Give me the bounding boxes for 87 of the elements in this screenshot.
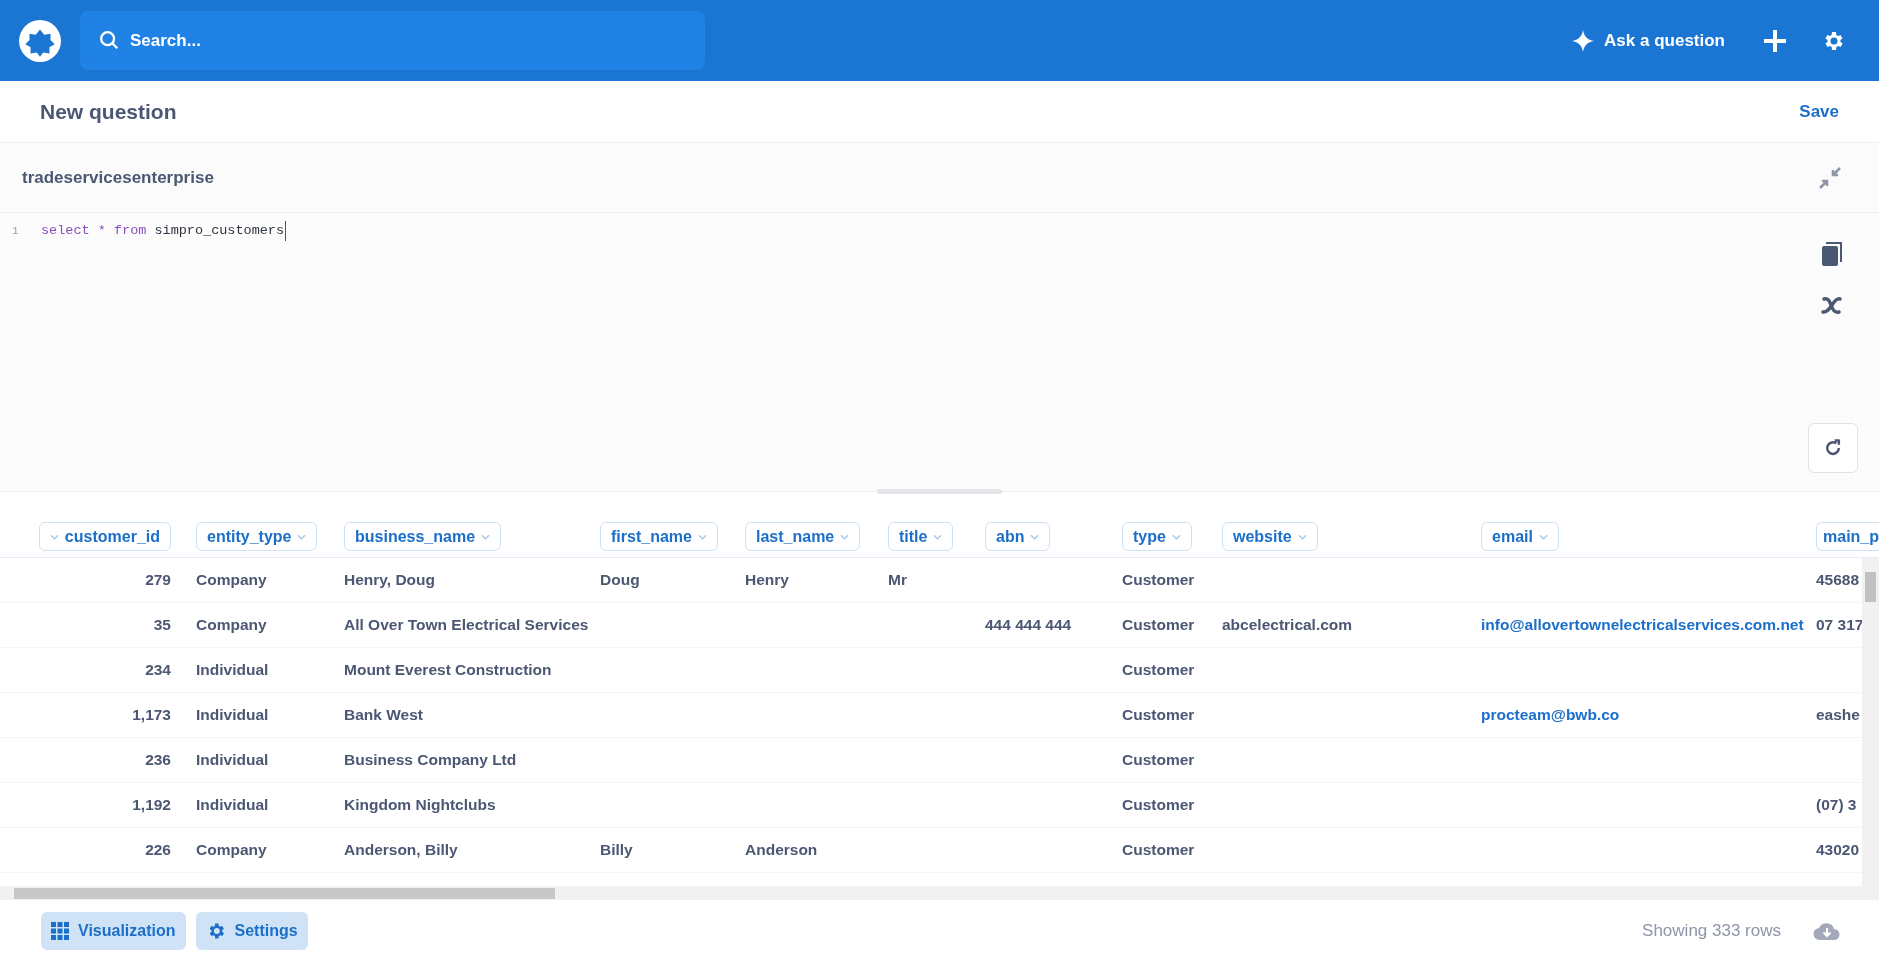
collapse-icon[interactable] (1818, 165, 1842, 190)
resize-handle[interactable] (877, 489, 1002, 494)
table-cell: Individual (196, 796, 269, 813)
table-cell: 43020 (1816, 841, 1860, 858)
caret-icon (297, 533, 307, 540)
refresh-icon (1823, 438, 1843, 458)
table-cell: Customer (1122, 616, 1195, 633)
table-cell: 444 444 444 (985, 616, 1072, 633)
table-cell: Individual (196, 661, 269, 678)
table-cell: (07) 3 (1816, 796, 1857, 813)
column-header[interactable]: last_name (745, 522, 861, 551)
table-cell: Customer (1122, 796, 1195, 813)
horizontal-scrollbar[interactable] (0, 886, 1879, 900)
table-cell: Billy (600, 841, 633, 858)
grid-icon (51, 922, 69, 940)
table-cell: 35 (153, 616, 171, 633)
search-field[interactable]: Search... (80, 11, 705, 70)
column-header[interactable]: email (1481, 522, 1559, 551)
table-cell: 45688 (1816, 571, 1860, 588)
table-cell: 1,192 (132, 796, 171, 813)
table-cell: Customer (1122, 571, 1195, 588)
column-header[interactable]: main_p (1816, 522, 1879, 551)
table-cell: 234 (145, 661, 171, 678)
column-header[interactable]: business_name (344, 522, 502, 551)
caret-icon (1171, 533, 1181, 540)
table-cell: 236 (145, 751, 171, 768)
column-header[interactable]: customer_id (38, 522, 171, 551)
logo-icon[interactable] (19, 19, 61, 62)
settings-button[interactable]: Settings (195, 912, 308, 950)
save-button[interactable]: Save (1799, 98, 1839, 125)
table-cell: 226 (145, 841, 171, 858)
table-cell: Mount Everest Construction (344, 661, 552, 678)
vertical-scrollbar[interactable] (1862, 558, 1879, 886)
sql-code: select * from simpro_customers (41, 221, 287, 242)
table-cell: Customer (1122, 841, 1195, 858)
email-link[interactable]: procteam@bwb.co (1481, 706, 1620, 723)
table-cell: Anderson, Billy (344, 841, 458, 858)
email-link[interactable]: info@allovertownelectricalservices.com.net (1481, 616, 1804, 633)
table-cell: Mr (888, 571, 907, 588)
caret-icon (49, 533, 59, 540)
caret-icon (840, 533, 850, 540)
line-number: 1 (11, 223, 20, 239)
table-cell: Doug (600, 571, 640, 588)
table-cell: Anderson (745, 841, 818, 858)
table-cell: Business Company Ltd (344, 751, 517, 768)
column-header[interactable]: first_name (600, 522, 718, 551)
table-cell: Customer (1122, 661, 1195, 678)
table-cell: Kingdom Nightclubs (344, 796, 496, 813)
variable-icon[interactable] (1820, 295, 1844, 317)
table-cell: Company (196, 841, 267, 858)
table-cell: 1,173 (132, 706, 171, 723)
table-cell: abcelectrical.com (1222, 616, 1353, 633)
search-icon (98, 29, 120, 51)
caret-icon (697, 533, 707, 540)
refresh-button[interactable] (1808, 423, 1858, 473)
column-header[interactable]: entity_type (196, 522, 318, 551)
column-header[interactable]: title (888, 522, 954, 551)
caret-icon (1538, 533, 1548, 540)
table-cell: All Over Town Electrical Services (344, 616, 589, 633)
table-cell: 07 317 (1816, 616, 1864, 633)
download-icon[interactable] (1813, 921, 1841, 941)
column-header[interactable]: website (1222, 522, 1318, 551)
table-cell: Bank West (344, 706, 423, 723)
book-icon[interactable] (1820, 242, 1844, 268)
table-cell: Company (196, 616, 267, 633)
table-cell: 279 (145, 571, 171, 588)
database-name: tradeservicesenterprise (22, 166, 214, 189)
ask-question-button[interactable]: Ask a question (1572, 27, 1725, 54)
caret-icon (1297, 533, 1307, 540)
question-title: New question (40, 98, 177, 125)
column-header[interactable]: abn (985, 522, 1051, 551)
table-cell: Henry (745, 571, 789, 588)
caret-icon (1030, 533, 1040, 540)
row-count: Showing 333 rows (1642, 920, 1781, 943)
sparkle-icon (1572, 29, 1595, 52)
table-cell: Customer (1122, 751, 1195, 768)
table-cell: eashe (1816, 706, 1860, 723)
table-cell: Individual (196, 706, 269, 723)
table-cell: Henry, Doug (344, 571, 435, 588)
visualization-button[interactable]: Visualization (41, 912, 186, 950)
table-cell: Company (196, 571, 267, 588)
column-header[interactable]: type (1122, 522, 1192, 551)
caret-icon (481, 533, 491, 540)
plus-icon[interactable] (1763, 28, 1787, 53)
caret-icon (933, 533, 943, 540)
table-cell: Customer (1122, 706, 1195, 723)
table-cell: Individual (196, 751, 269, 768)
